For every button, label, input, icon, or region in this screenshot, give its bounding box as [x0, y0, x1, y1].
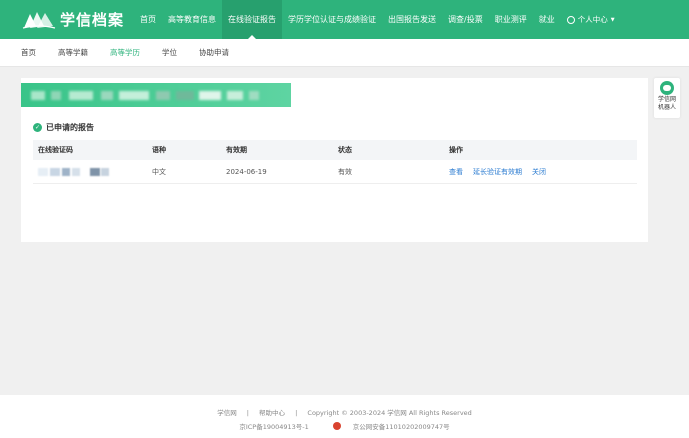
- table-row: 中文 2024-06-19 有效 查看 延长验证有效期 关闭: [33, 160, 637, 184]
- footer-link-chsi[interactable]: 学信网: [217, 409, 237, 417]
- footer-separator: |: [295, 409, 298, 417]
- police-badge-icon: [332, 422, 341, 430]
- brand-name: 学信档案: [60, 11, 125, 29]
- close-link[interactable]: 关闭: [532, 167, 546, 177]
- cell-language: 中文: [152, 167, 166, 176]
- user-center-label: 个人中心: [577, 15, 608, 24]
- view-link[interactable]: 查看: [449, 167, 463, 177]
- nav-item-online-verification[interactable]: 在线验证报告: [222, 0, 282, 39]
- chatbot-widget[interactable]: 学信网 机器人: [654, 78, 680, 118]
- subnav-item-degree[interactable]: 学位: [162, 47, 177, 58]
- book-logo-icon: [22, 11, 56, 29]
- cell-code: [33, 167, 152, 176]
- footer-links: 学信网 | 帮助中心 | Copyright © 2003-2024 学信网 A…: [0, 407, 689, 417]
- footer-separator: |: [246, 409, 249, 417]
- header-actions: 操作: [449, 146, 463, 154]
- top-navbar: 学信档案 首页 高等教育信息 在线验证报告 学历学位认证与成绩验证 出国报告发送…: [0, 0, 689, 39]
- footer-copyright: Copyright © 2003-2024 学信网 All Rights Res…: [307, 409, 472, 417]
- footer-police[interactable]: 京公网安备11010202009747号: [327, 421, 456, 431]
- nav-item-certification[interactable]: 学历学位认证与成绩验证: [282, 0, 382, 39]
- nav-item-home[interactable]: 首页: [134, 0, 162, 39]
- bot-label-line1: 学信网: [657, 96, 676, 103]
- header-language: 语种: [152, 146, 166, 154]
- table-header: 在线验证码 语种 有效期 状态 操作: [33, 140, 637, 160]
- user-icon: [566, 15, 575, 24]
- main-nav: 首页 高等教育信息 在线验证报告 学历学位认证与成绩验证 出国报告发送 调查/投…: [134, 0, 561, 39]
- footer-icp[interactable]: 京ICP备19004913号-1: [233, 421, 314, 431]
- nav-item-overseas-report[interactable]: 出国报告发送: [382, 0, 442, 39]
- header-expiry: 有效期: [226, 146, 247, 154]
- robot-icon: [660, 81, 674, 95]
- cell-expiry: 2024-06-19: [226, 167, 267, 176]
- subnav-item-home[interactable]: 首页: [21, 47, 36, 58]
- subnav-item-degree-record[interactable]: 高等学历: [110, 47, 140, 58]
- report-card: ✓ 已申请的报告 在线验证码 语种 有效期 状态 操作 中文 2024-06-1…: [21, 78, 648, 242]
- police-text: 京公网安备11010202009747号: [352, 423, 450, 431]
- sub-navbar: 首页 高等学籍 高等学历 学位 协助申请: [0, 39, 689, 67]
- check-circle-icon: ✓: [33, 123, 42, 132]
- nav-item-survey[interactable]: 调查/投票: [442, 0, 489, 39]
- footer: 学信网 | 帮助中心 | Copyright © 2003-2024 学信网 A…: [0, 395, 689, 438]
- nav-item-employment[interactable]: 就业: [533, 0, 561, 39]
- section-title-text: 已申请的报告: [46, 123, 94, 132]
- redacted-code: [38, 167, 113, 176]
- logo[interactable]: 学信档案: [22, 0, 130, 39]
- extend-validity-link[interactable]: 延长验证有效期: [473, 167, 522, 177]
- footer-registration: 京ICP备19004913号-1 京公网安备11010202009747号: [0, 421, 689, 431]
- cell-status: 有效: [338, 167, 352, 176]
- header-code: 在线验证码: [38, 146, 73, 154]
- icp-text: 京ICP备19004913号-1: [239, 423, 309, 431]
- nav-item-career-test[interactable]: 职业测评: [489, 0, 533, 39]
- header-status: 状态: [338, 146, 352, 154]
- subnav-item-enrollment[interactable]: 高等学籍: [58, 47, 88, 58]
- footer-link-help[interactable]: 帮助中心: [259, 409, 285, 417]
- bot-label-line2: 机器人: [657, 104, 676, 111]
- section-title: ✓ 已申请的报告: [33, 122, 94, 133]
- nav-item-higher-education[interactable]: 高等教育信息: [162, 0, 222, 39]
- caret-down-icon: ▼: [610, 16, 615, 23]
- report-table: 在线验证码 语种 有效期 状态 操作 中文 2024-06-19 有效 查看 延…: [33, 140, 637, 184]
- subnav-item-assist-apply[interactable]: 协助申请: [199, 47, 229, 58]
- cell-actions: 查看 延长验证有效期 关闭: [449, 167, 637, 177]
- redacted-banner: [21, 83, 291, 107]
- user-center-menu[interactable]: 个人中心 ▼: [566, 14, 615, 25]
